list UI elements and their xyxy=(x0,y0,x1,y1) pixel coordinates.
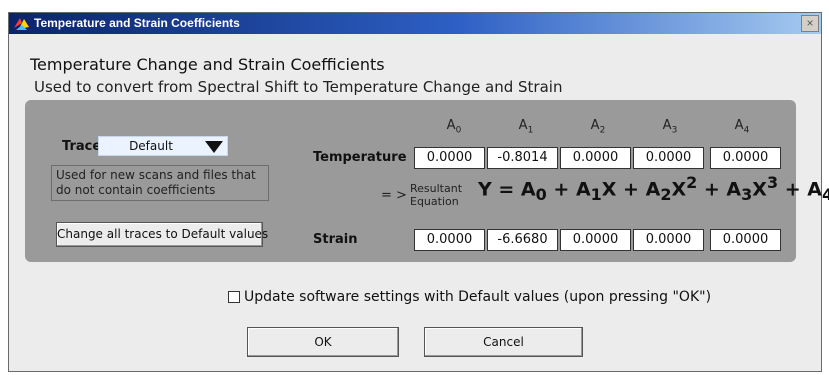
trace-selected-value: Default xyxy=(129,139,173,153)
title-bar[interactable]: Temperature and Strain Coefficients × xyxy=(9,13,821,34)
window-title: Temperature and Strain Coefficients xyxy=(34,16,240,30)
strain-a2-field[interactable]: 0.0000 xyxy=(560,229,631,251)
coef-header-a0: A0 xyxy=(446,118,462,136)
temperature-a0-field[interactable]: 0.0000 xyxy=(414,147,485,169)
trace-label: Trace xyxy=(62,139,102,154)
resultant-equation: Y = A0 + A1X + A2X2 + A3X3 + A4X4 xyxy=(478,173,829,205)
resultant-line: Equation xyxy=(410,195,459,208)
coef-header-a3: A3 xyxy=(662,118,678,136)
trace-note-line: Used for new scans and files that xyxy=(56,168,256,182)
strain-label: Strain xyxy=(313,232,358,247)
resultant-line: Resultant xyxy=(410,182,463,195)
page-subtitle: Used to convert from Spectral Shift to T… xyxy=(34,78,563,96)
temperature-a3-field[interactable]: 0.0000 xyxy=(633,147,704,169)
page-title: Temperature Change and Strain Coefficien… xyxy=(30,55,385,74)
equation-arrow: = > xyxy=(381,188,407,203)
temperature-a4-field[interactable]: 0.0000 xyxy=(710,147,781,169)
coef-header-a1: A1 xyxy=(518,118,534,136)
ok-button[interactable]: OK xyxy=(247,327,399,357)
coef-header-a2: A2 xyxy=(590,118,606,136)
trace-note: Used for new scans and files that do not… xyxy=(51,165,269,201)
update-settings-label[interactable]: Update software settings with Default va… xyxy=(244,289,711,305)
strain-a0-field[interactable]: 0.0000 xyxy=(414,229,485,251)
trace-select[interactable]: Default xyxy=(98,136,228,156)
dropdown-arrow-icon[interactable] xyxy=(205,141,223,153)
coef-header-a4: A4 xyxy=(734,118,750,136)
strain-a3-field[interactable]: 0.0000 xyxy=(633,229,704,251)
close-icon[interactable]: × xyxy=(801,15,819,32)
strain-a1-field[interactable]: -6.6680 xyxy=(487,229,558,251)
cancel-button[interactable]: Cancel xyxy=(424,327,583,357)
change-all-traces-button[interactable]: Change all traces to Default values xyxy=(56,222,268,247)
trace-note-line: do not contain coefficients xyxy=(56,183,216,197)
resultant-equation-label: Resultant Equation xyxy=(410,182,462,208)
update-settings-checkbox[interactable] xyxy=(228,291,240,303)
temperature-label: Temperature xyxy=(313,150,407,165)
temperature-a2-field[interactable]: 0.0000 xyxy=(560,147,631,169)
temperature-a1-field[interactable]: -0.8014 xyxy=(487,147,558,169)
strain-a4-field[interactable]: 0.0000 xyxy=(710,229,781,251)
app-icon xyxy=(14,18,29,30)
